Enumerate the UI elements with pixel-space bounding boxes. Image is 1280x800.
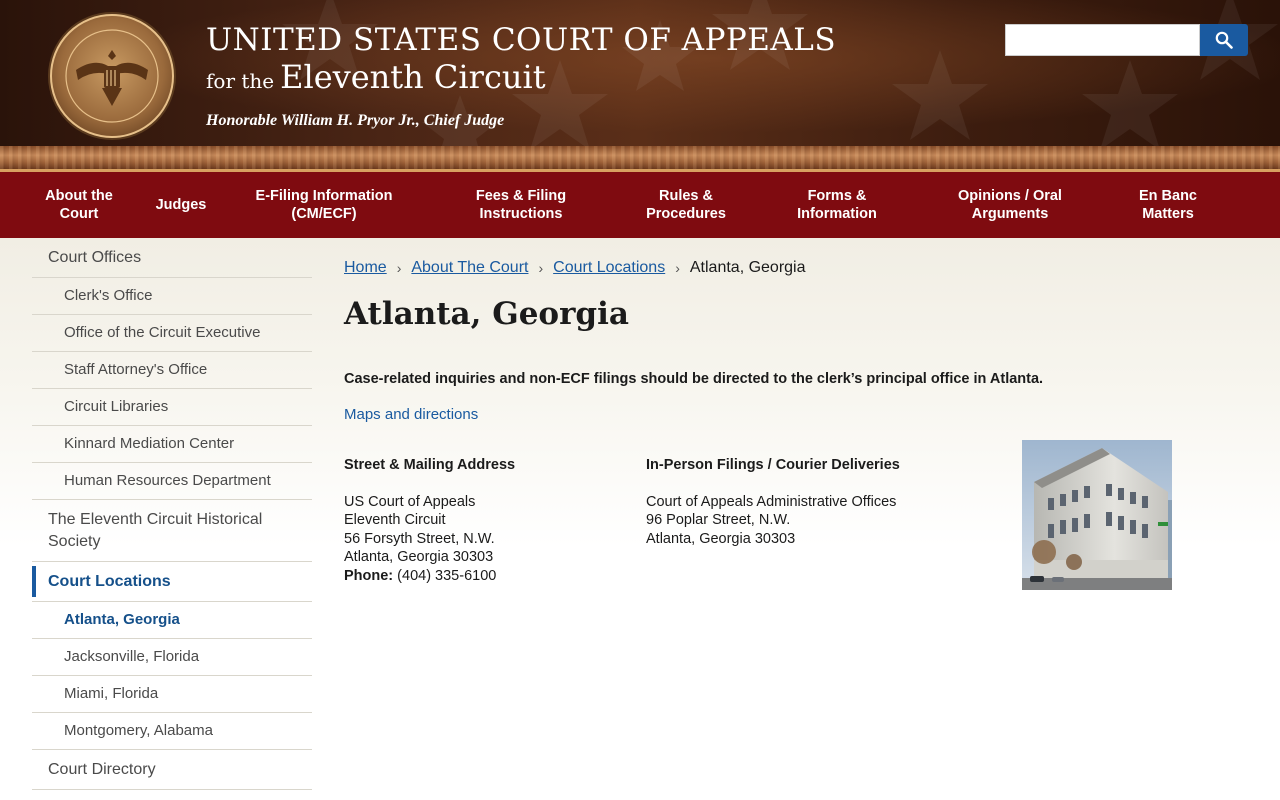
sidebar-item-historical-society[interactable]: The Eleventh Circuit Historical Society — [32, 500, 312, 562]
inperson-line: Atlanta, Georgia 30303 — [646, 530, 796, 547]
sidebar-nav: Court Offices Clerk's Office Office of t… — [32, 238, 312, 790]
search-icon — [1215, 31, 1233, 49]
sidebar-item-atlanta[interactable]: Atlanta, Georgia — [32, 602, 312, 639]
sidebar-item-court-directory[interactable]: Court Directory — [32, 750, 312, 790]
nav-fees-filing[interactable]: Fees & Filing Instructions — [466, 172, 576, 238]
sidebar-item-staff-attorney[interactable]: Staff Attorney's Office — [32, 352, 312, 389]
phone-label: Phone: — [344, 567, 394, 584]
nav-forms-information[interactable]: Forms & Information — [786, 172, 888, 238]
sidebar-item-circuit-executive[interactable]: Office of the Circuit Executive — [32, 315, 312, 352]
inperson-heading: In-Person Filings / Courier Deliveries — [646, 457, 900, 473]
breadcrumb: Home › About The Court › Court Locations… — [344, 259, 806, 277]
sidebar-item-jacksonville[interactable]: Jacksonville, Florida — [32, 639, 312, 676]
sidebar-item-mediation-center[interactable]: Kinnard Mediation Center — [32, 426, 312, 463]
sidebar-item-miami[interactable]: Miami, Florida — [32, 676, 312, 713]
maps-directions-link[interactable]: Maps and directions — [344, 406, 478, 423]
breadcrumb-about[interactable]: About The Court — [411, 259, 528, 277]
chevron-right-icon: › — [538, 260, 544, 276]
breadcrumb-current: Atlanta, Georgia — [689, 259, 806, 276]
nav-judges[interactable]: Judges — [146, 172, 216, 238]
search-input[interactable] — [1005, 24, 1200, 56]
sidebar-item-court-offices[interactable]: Court Offices — [32, 238, 312, 278]
courthouse-photo — [1022, 440, 1172, 590]
breadcrumb-home[interactable]: Home — [344, 259, 387, 277]
sidebar-item-court-locations[interactable]: Court Locations — [32, 562, 312, 602]
mailing-line: Eleventh Circuit — [344, 512, 446, 529]
sidebar-item-circuit-libraries[interactable]: Circuit Libraries — [32, 389, 312, 426]
wood-texture-band — [0, 146, 1280, 169]
court-seal-logo[interactable] — [46, 10, 178, 142]
subtitle-prefix: for the — [206, 69, 275, 93]
mailing-line: Atlanta, Georgia 30303 — [344, 549, 494, 566]
site-search — [1005, 24, 1248, 56]
nav-rules-procedures[interactable]: Rules & Procedures — [634, 172, 738, 238]
nav-e-filing[interactable]: E-Filing Information (CM/ECF) — [250, 172, 398, 238]
main-navigation: About the Court Judges E-Filing Informat… — [0, 172, 1280, 238]
mailing-line: US Court of Appeals — [344, 493, 476, 510]
nav-opinions-oral-arguments[interactable]: Opinions / Oral Arguments — [950, 172, 1070, 238]
chevron-right-icon: › — [396, 260, 402, 276]
mailing-address-block: Street & Mailing Address US Court of App… — [344, 456, 515, 586]
chevron-right-icon: › — [675, 260, 680, 276]
nav-en-banc[interactable]: En Banc Matters — [1130, 172, 1206, 238]
mailing-line: 56 Forsyth Street, N.W. — [344, 530, 495, 547]
chief-judge-line: Honorable William H. Pryor Jr., Chief Ju… — [206, 112, 505, 129]
intro-text: Case-related inquiries and non-ECF filin… — [344, 371, 1044, 387]
page-title: Atlanta, Georgia — [344, 296, 629, 332]
subtitle-circuit: Eleventh Circuit — [280, 58, 546, 96]
phone-line: Phone: (404) 335-6100 — [344, 567, 515, 586]
sidebar-item-montgomery[interactable]: Montgomery, Alabama — [32, 713, 312, 750]
sidebar-item-clerks-office[interactable]: Clerk's Office — [32, 278, 312, 315]
sidebar-item-human-resources[interactable]: Human Resources Department — [32, 463, 312, 500]
inperson-line: 96 Poplar Street, N.W. — [646, 512, 791, 529]
nav-about-the-court[interactable]: About the Court — [36, 172, 122, 238]
site-subtitle[interactable]: for the Eleventh Circuit — [206, 58, 546, 96]
search-button[interactable] — [1200, 24, 1248, 56]
breadcrumb-locations[interactable]: Court Locations — [553, 259, 665, 277]
mailing-heading: Street & Mailing Address — [344, 457, 516, 473]
site-title[interactable]: UNITED STATES COURT OF APPEALS — [206, 22, 836, 58]
in-person-filings-block: In-Person Filings / Courier Deliveries C… — [646, 456, 900, 548]
site-header: UNITED STATES COURT OF APPEALS for the El… — [0, 0, 1280, 146]
phone-value: (404) 335-6100 — [397, 567, 497, 584]
inperson-line: Court of Appeals Administrative Offices — [646, 493, 897, 510]
